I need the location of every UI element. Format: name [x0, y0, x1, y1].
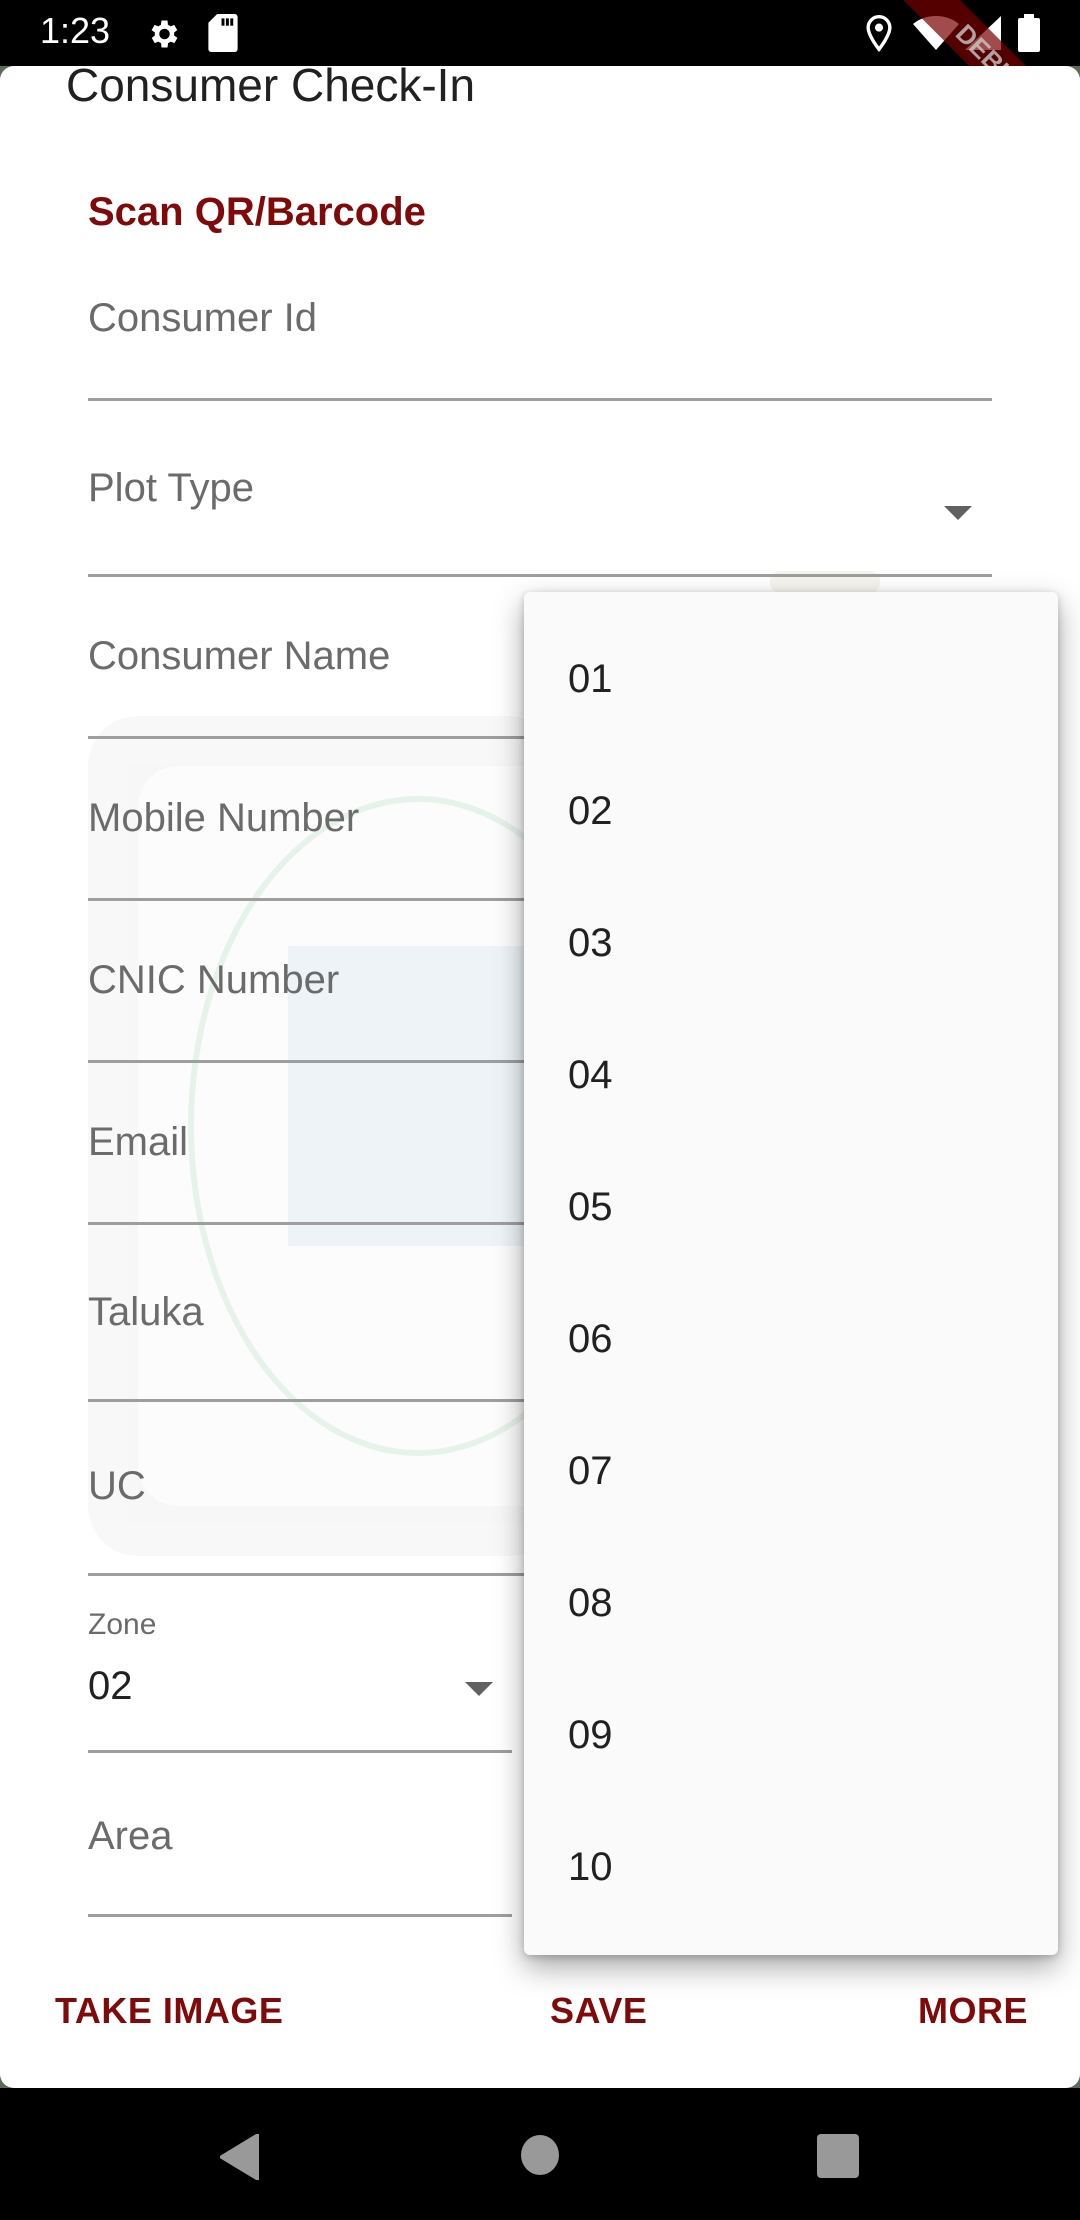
plot-type-label: Plot Type — [88, 466, 255, 510]
dialog-title: Consumer Check-In — [66, 66, 476, 111]
consumer-id-field[interactable]: Consumer Id — [88, 286, 992, 406]
consumer-check-in-dialog: Consumer Check-In Scan QR/Barcode Consum… — [0, 66, 1080, 2088]
navigation-bar — [0, 2088, 1080, 2220]
zone-underline — [88, 1750, 512, 1753]
mobile-number-label: Mobile Number — [88, 796, 360, 840]
dropdown-option-04[interactable]: 04 — [524, 1009, 1058, 1141]
save-button[interactable]: SAVE — [550, 1990, 647, 2032]
area-field[interactable]: Area — [88, 1806, 512, 1921]
battery-icon — [1018, 14, 1040, 52]
dropdown-option-05[interactable]: 05 — [524, 1141, 1058, 1273]
home-icon[interactable] — [520, 2134, 560, 2176]
dropdown-option-07[interactable]: 07 — [524, 1405, 1058, 1537]
more-button[interactable]: MORE — [918, 1990, 1028, 2032]
sd-card-icon — [208, 14, 238, 52]
watermark-logo — [88, 646, 648, 1566]
consumer-name-label: Consumer Name — [88, 634, 391, 678]
dropdown-option-08[interactable]: 08 — [524, 1537, 1058, 1669]
cnic-number-label: CNIC Number — [88, 958, 340, 1002]
taluka-label: Taluka — [88, 1290, 204, 1334]
back-icon[interactable] — [220, 2134, 260, 2180]
dropdown-option-03[interactable]: 03 — [524, 877, 1058, 1009]
location-icon — [866, 15, 892, 52]
chevron-down-icon — [944, 506, 972, 520]
zone-dropdown[interactable]: Zone 02 — [88, 1606, 512, 1756]
status-bar: 1:23 DEBUG — [0, 0, 1080, 154]
area-label: Area — [88, 1814, 173, 1858]
dropdown-option-01[interactable]: 01 — [524, 613, 1058, 745]
zone-label: Zone — [88, 1608, 157, 1641]
zone-dropdown-menu: 01 02 03 04 05 06 07 08 09 10 — [524, 592, 1058, 1955]
plot-type-dropdown[interactable]: Plot Type — [88, 456, 992, 581]
uc-label: UC — [88, 1464, 146, 1508]
zone-value: 02 — [88, 1664, 133, 1708]
gear-icon — [151, 20, 178, 48]
plot-type-underline — [88, 574, 992, 577]
consumer-id-label: Consumer Id — [88, 296, 317, 340]
scan-qr-barcode-button[interactable]: Scan QR/Barcode — [88, 190, 426, 235]
email-label: Email — [88, 1120, 189, 1164]
status-time: 1:23 — [40, 10, 111, 51]
dropdown-option-06[interactable]: 06 — [524, 1273, 1058, 1405]
dropdown-option-09[interactable]: 09 — [524, 1669, 1058, 1801]
dropdown-option-02[interactable]: 02 — [524, 745, 1058, 877]
area-underline — [88, 1914, 512, 1917]
take-image-button[interactable]: TAKE IMAGE — [55, 1990, 283, 2032]
dropdown-option-10[interactable]: 10 — [524, 1801, 1058, 1933]
consumer-id-underline — [88, 398, 992, 401]
recents-icon[interactable] — [817, 2134, 859, 2178]
chevron-down-icon — [465, 1682, 493, 1696]
